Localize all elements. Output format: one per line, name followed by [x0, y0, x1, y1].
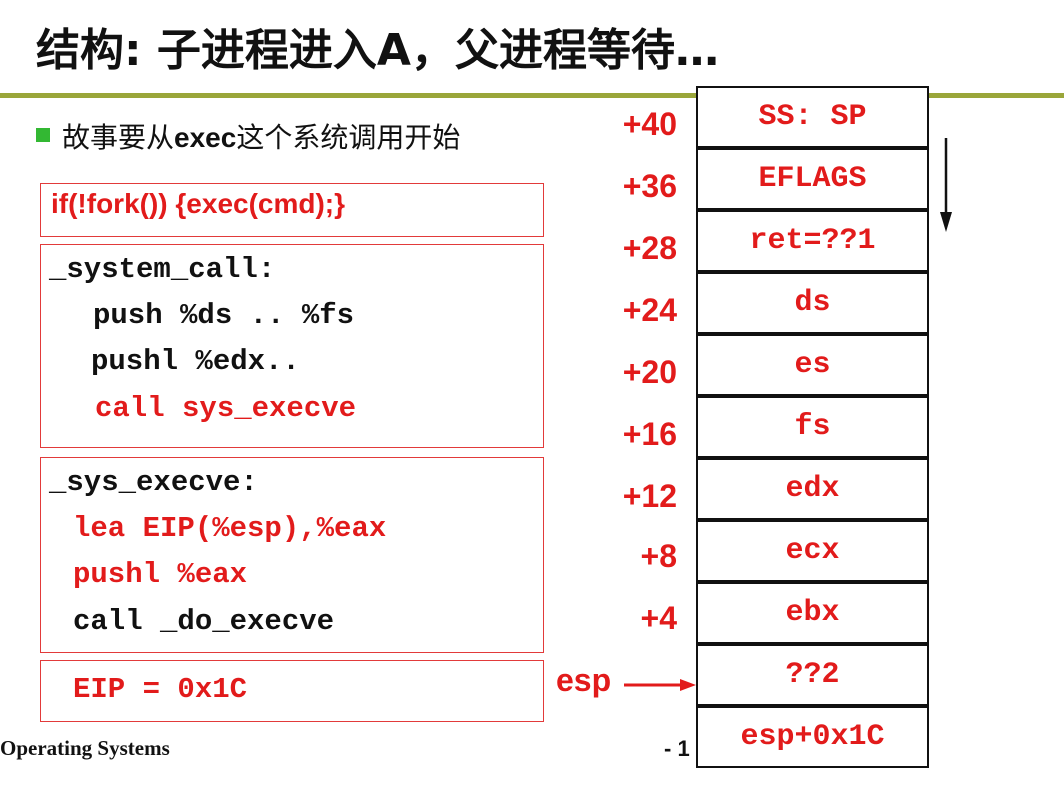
offset-label: +28	[622, 230, 677, 266]
stack-cell: EFLAGS	[696, 148, 929, 210]
system-call-box: _system_call: push %ds .. %fs pushl %edx…	[40, 244, 544, 448]
offset-label: +24	[622, 292, 677, 328]
offset-label: +4	[640, 600, 677, 636]
fork-code-line: if(!fork()) {exec(cmd);}	[51, 188, 346, 219]
system-call-line-3: call sys_execve	[95, 392, 357, 425]
bullet-text: 故事要从exec这个系统调用开始	[62, 121, 461, 154]
stack-cell: ebx	[696, 582, 929, 644]
offset-label: +40	[622, 106, 677, 142]
eip-box: EIP = 0x1C	[40, 660, 544, 722]
right-arrow-icon	[624, 679, 696, 691]
stack-cell: esp+0x1C	[696, 706, 929, 768]
system-call-line-2: pushl %edx..	[91, 345, 300, 378]
offset-label: +36	[622, 168, 677, 204]
stack-cell: ??2	[696, 644, 929, 706]
fork-code-box: if(!fork()) {exec(cmd);}	[40, 183, 544, 237]
down-arrow-icon	[940, 138, 952, 232]
eip-line: EIP = 0x1C	[73, 673, 248, 706]
footer-page-number: - 1	[664, 736, 690, 761]
system-call-line-1: push %ds .. %fs	[93, 299, 355, 332]
sys-execve-line-1: lea EIP(%esp),%eax	[73, 512, 387, 545]
bullet-square-icon	[36, 128, 50, 142]
stack-cell: SS: SP	[696, 86, 929, 148]
stack-cell: es	[696, 334, 929, 396]
stack-cell: edx	[696, 458, 929, 520]
sys-execve-label: _sys_execve:	[49, 466, 258, 499]
stack-cell: fs	[696, 396, 929, 458]
system-call-label: _system_call:	[49, 253, 276, 286]
offset-label: +20	[622, 354, 677, 390]
stack-cell: ecx	[696, 520, 929, 582]
offset-label: +12	[622, 478, 677, 514]
footer-course-name: Operating Systems	[0, 736, 170, 760]
sys-execve-line-3: call _do_execve	[73, 605, 335, 638]
stack-cell: ds	[696, 272, 929, 334]
stack-cell: ret=??1	[696, 210, 929, 272]
offset-label: +16	[622, 416, 677, 452]
sys-execve-box: _sys_execve: lea EIP(%esp),%eax pushl %e…	[40, 457, 544, 653]
offset-label: +8	[640, 538, 677, 574]
slide-title: 结构: 子进程进入A，父进程等待…	[36, 25, 719, 76]
sys-execve-line-2: pushl %eax	[73, 558, 248, 591]
esp-pointer-label: esp	[556, 662, 612, 698]
